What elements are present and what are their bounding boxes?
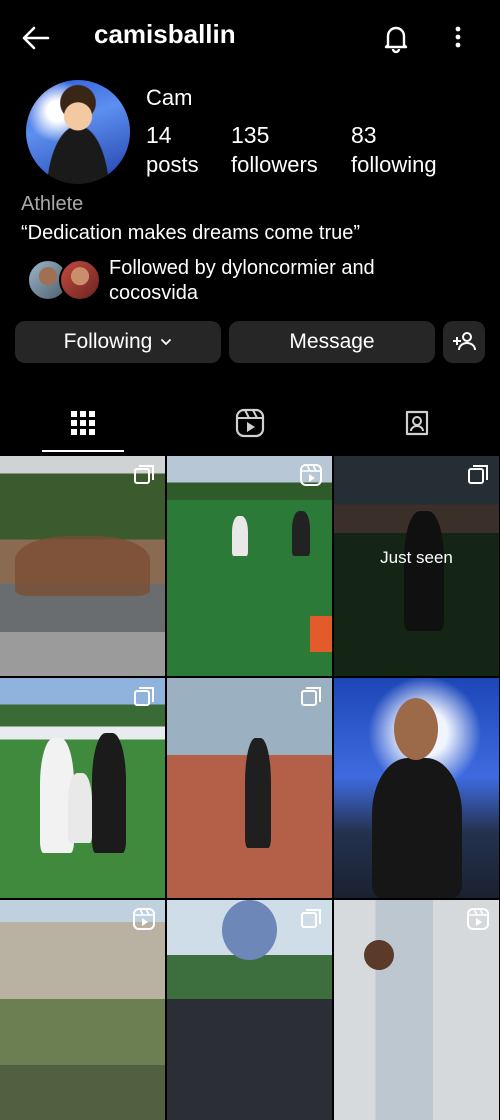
following-button-label: Following xyxy=(63,330,153,353)
reels-icon xyxy=(300,464,322,486)
posts-grid: Just seen xyxy=(0,456,500,1120)
grid-icon xyxy=(71,411,95,435)
mutual-followers-avatars[interactable] xyxy=(27,259,101,301)
suggested-people-button[interactable] xyxy=(443,321,485,363)
carousel-icon xyxy=(134,687,154,706)
stat-posts-value: 14 xyxy=(146,122,172,148)
child-figure xyxy=(68,773,92,843)
profile-username: camisballin xyxy=(94,19,236,49)
stat-followers-label: followers xyxy=(231,152,318,177)
post-thumbnail[interactable]: Just seen xyxy=(334,456,499,676)
more-options-button[interactable] xyxy=(444,20,472,56)
reels-icon xyxy=(133,908,155,930)
stat-followers[interactable]: 135 followers xyxy=(231,120,318,180)
just-seen-label: Just seen xyxy=(380,548,453,567)
face xyxy=(364,940,394,970)
post-thumbnail[interactable] xyxy=(167,456,332,676)
post-thumbnail[interactable] xyxy=(167,678,332,898)
post-thumbnail[interactable] xyxy=(334,678,499,898)
tagged-icon xyxy=(405,410,429,436)
carousel-icon xyxy=(301,909,321,928)
following-button[interactable]: Following xyxy=(15,321,221,363)
active-tab-indicator xyxy=(42,450,124,452)
top-bar: camisballin xyxy=(0,0,500,72)
reels-icon xyxy=(467,908,489,930)
reels-icon xyxy=(235,408,265,438)
group-photo xyxy=(15,536,150,596)
message-button[interactable]: Message xyxy=(229,321,435,363)
arrow-left-icon xyxy=(22,26,50,50)
back-button[interactable] xyxy=(18,20,54,56)
post-thumbnail[interactable] xyxy=(0,900,165,1120)
player-figure xyxy=(92,733,126,853)
followed-by-text[interactable]: Followed by dyloncormier and cocosvida xyxy=(109,256,429,306)
carousel-icon xyxy=(301,687,321,706)
stat-posts[interactable]: 14 posts xyxy=(146,120,199,180)
profile-tabs xyxy=(0,392,500,454)
message-button-label: Message xyxy=(289,330,375,353)
tab-tagged[interactable] xyxy=(334,392,500,454)
tab-grid[interactable] xyxy=(0,392,166,454)
chevron-down-icon xyxy=(161,339,172,346)
stat-following-value: 83 xyxy=(351,122,377,148)
post-thumbnail[interactable] xyxy=(334,900,499,1120)
tab-reels[interactable] xyxy=(167,392,333,454)
child-figure xyxy=(245,738,271,848)
carousel-icon xyxy=(468,465,488,484)
notifications-button[interactable] xyxy=(378,20,414,56)
post-thumbnail[interactable] xyxy=(0,456,165,676)
profile-bio: “Dedication makes dreams come true” xyxy=(21,222,361,244)
stat-following-label: following xyxy=(351,152,437,177)
profile-category: Athlete xyxy=(21,193,84,215)
add-person-icon xyxy=(453,332,476,351)
player-portrait xyxy=(372,758,462,898)
stat-following[interactable]: 83 following xyxy=(351,120,437,180)
yard-marker xyxy=(310,616,332,652)
player-figure xyxy=(404,511,444,631)
player-figure xyxy=(232,516,248,556)
stat-followers-value: 135 xyxy=(231,122,270,148)
mutual-avatar xyxy=(59,259,101,301)
display-name: Cam xyxy=(146,85,193,110)
post-thumbnail[interactable] xyxy=(0,678,165,898)
stat-posts-label: posts xyxy=(146,152,199,177)
helmet xyxy=(222,900,277,960)
bell-icon xyxy=(384,26,408,54)
carousel-icon xyxy=(134,465,154,484)
player-figure xyxy=(292,511,310,556)
more-vertical-icon xyxy=(455,26,461,48)
post-thumbnail[interactable] xyxy=(167,900,332,1120)
profile-avatar[interactable] xyxy=(26,80,130,184)
face xyxy=(394,698,438,760)
